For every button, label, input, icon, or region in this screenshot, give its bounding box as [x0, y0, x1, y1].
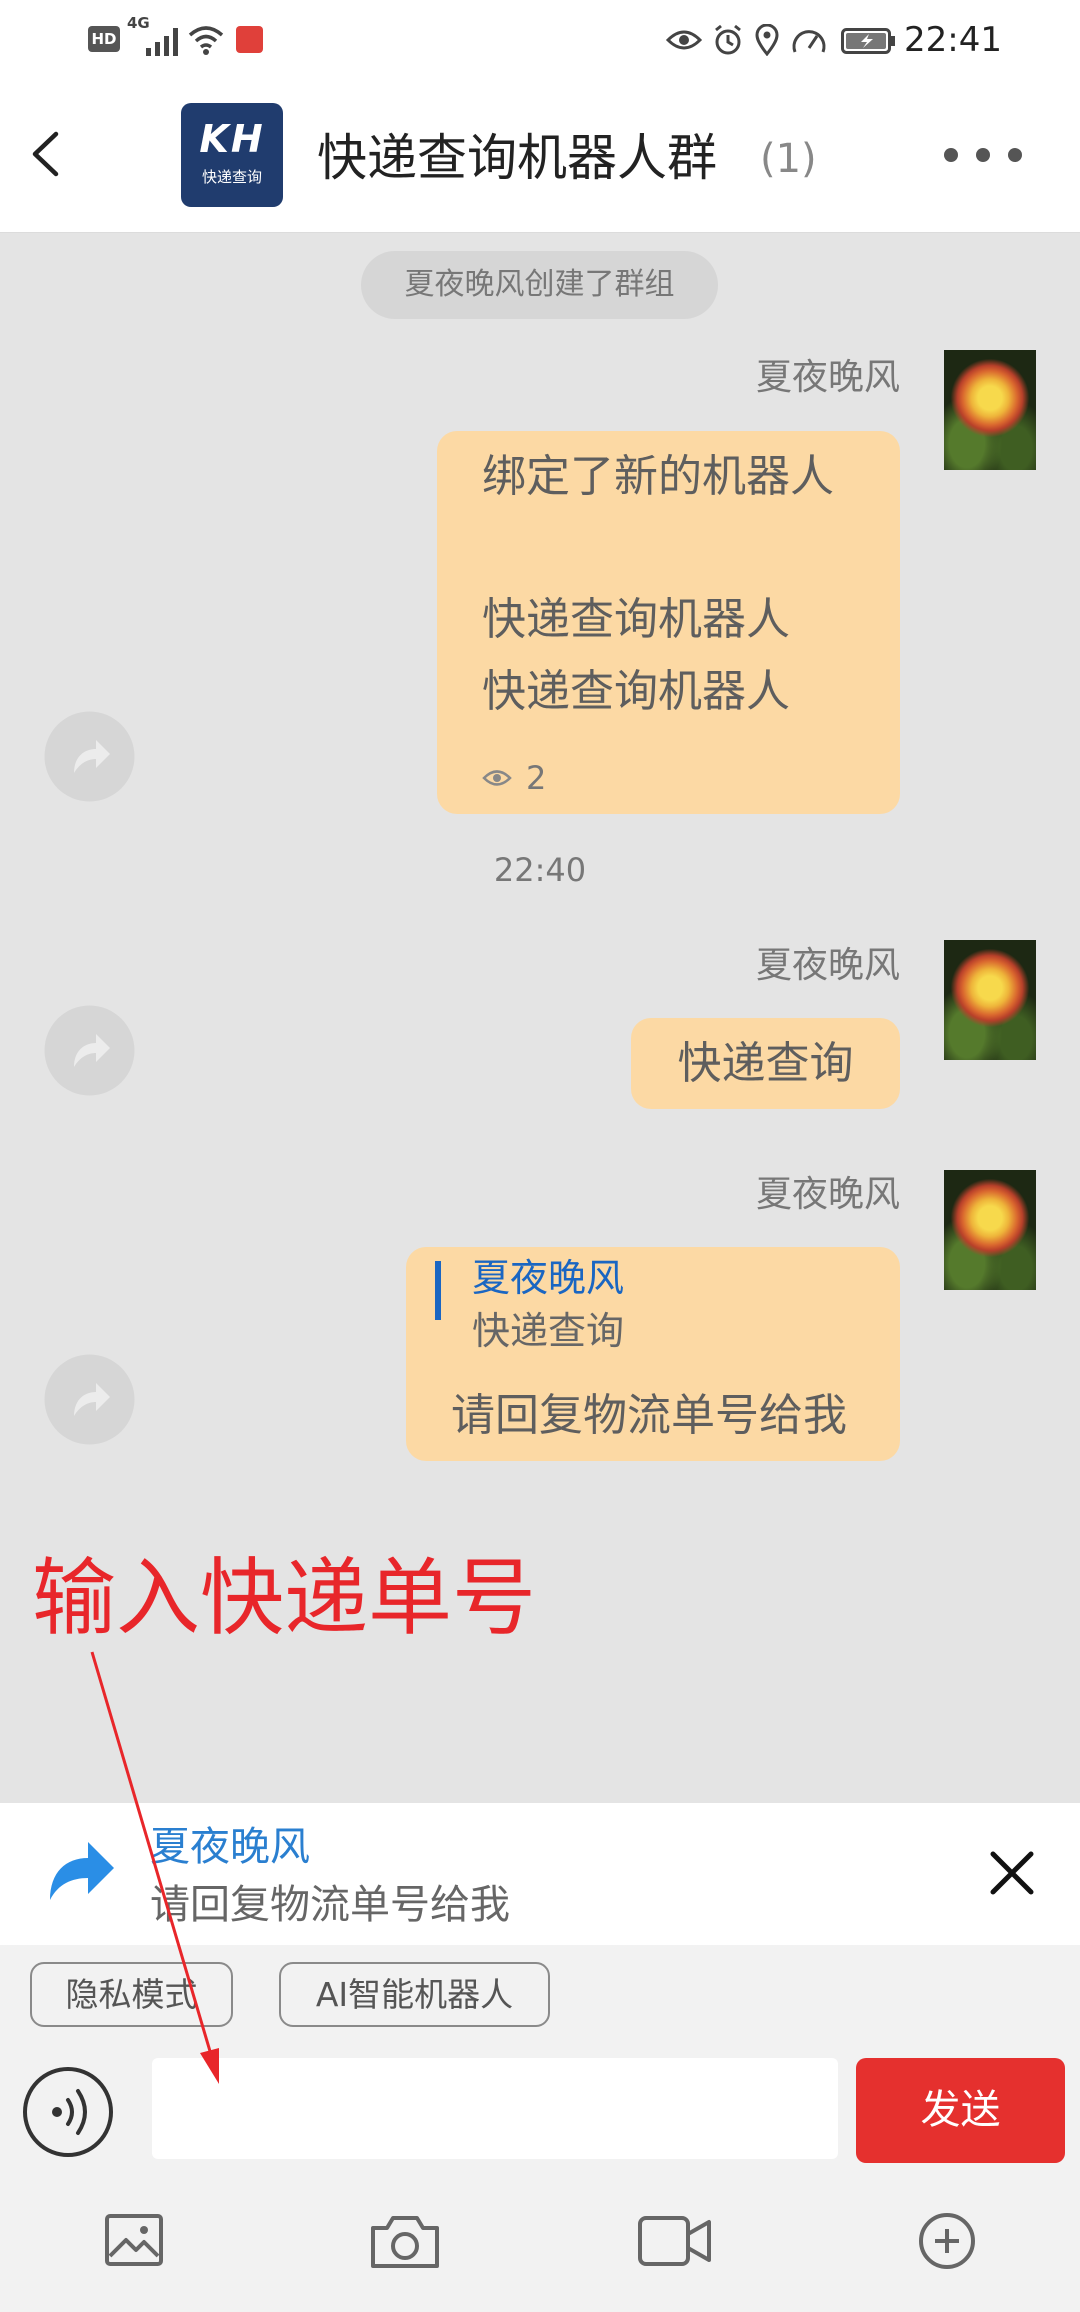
- logo-subtitle: 快递查询: [201, 168, 262, 186]
- member-count: (1): [760, 136, 817, 182]
- annotation-label: 输入快递单号: [32, 1549, 537, 1647]
- gauge-icon: [792, 30, 826, 53]
- chip-privacy-mode[interactable]: 隐私模式: [30, 1962, 233, 2027]
- more-button[interactable]: [936, 132, 1032, 178]
- plus-circle-icon[interactable]: [918, 2212, 976, 2270]
- page-title: 快递查询机器人群: [317, 129, 717, 187]
- message-sender: 夏夜晚风: [755, 945, 900, 986]
- avatar[interactable]: [944, 1170, 1036, 1290]
- chevron-left-icon[interactable]: [28, 130, 62, 178]
- message-line: 快递查询机器人: [482, 666, 790, 717]
- reply-arrow-icon: [50, 1842, 114, 1900]
- hd-badge: HD: [88, 26, 120, 52]
- forward-icon[interactable]: [44, 1354, 135, 1445]
- wifi-icon: [188, 26, 224, 55]
- read-count: 2: [526, 759, 547, 797]
- quote-text: 快递查询: [472, 1309, 625, 1353]
- reply-sender: 夏夜晚风: [150, 1824, 310, 1870]
- camera-icon[interactable]: [369, 2212, 441, 2270]
- forward-icon[interactable]: [44, 711, 135, 802]
- avatar[interactable]: [944, 940, 1036, 1060]
- close-icon[interactable]: [988, 1849, 1036, 1897]
- more-dots-icon: [944, 148, 958, 162]
- app-notification-icon: [236, 26, 263, 53]
- alarm-icon: [715, 24, 741, 55]
- avatar[interactable]: [944, 350, 1036, 470]
- quote-sender: 夏夜晚风: [472, 1256, 625, 1300]
- video-icon[interactable]: [637, 2212, 713, 2270]
- status-time: 22:41: [904, 20, 1002, 60]
- message-line: 快递查询机器人: [482, 594, 790, 645]
- message-sender: 夏夜晚风: [755, 357, 900, 398]
- battery-icon: [841, 28, 895, 54]
- message-bubble[interactable]: 快递查询: [631, 1018, 900, 1109]
- read-eye-icon: [482, 770, 512, 786]
- group-avatar[interactable]: KH 快递查询: [181, 103, 283, 207]
- screen: HD 4G 22:41 KH 快递查询 快递查询机器人群 (1) 夏夜晚风创建了…: [0, 0, 1080, 2312]
- more-dots-icon: [976, 148, 990, 162]
- more-dots-icon: [1008, 148, 1022, 162]
- reply-text: 请回复物流单号给我: [150, 1882, 510, 1928]
- logo-text: KH: [199, 117, 265, 161]
- quote-bar: [435, 1261, 441, 1320]
- forward-icon[interactable]: [44, 1005, 135, 1096]
- chat-timestamp: 22:40: [493, 851, 587, 889]
- message-input[interactable]: [152, 2058, 838, 2159]
- system-notice: 夏夜晚风创建了群组: [361, 251, 718, 319]
- voice-icon[interactable]: [22, 2066, 114, 2158]
- message-sender: 夏夜晚风: [755, 1174, 900, 1215]
- location-icon: [755, 24, 779, 56]
- image-icon[interactable]: [104, 2210, 164, 2270]
- signal-icon: [146, 28, 178, 56]
- chip-ai-robot[interactable]: AI智能机器人: [279, 1962, 550, 2027]
- eye-icon: [666, 30, 702, 50]
- send-button[interactable]: 发送: [856, 2058, 1065, 2163]
- message-line: 绑定了新的机器人: [482, 451, 834, 502]
- message-text: 请回复物流单号给我: [451, 1390, 847, 1441]
